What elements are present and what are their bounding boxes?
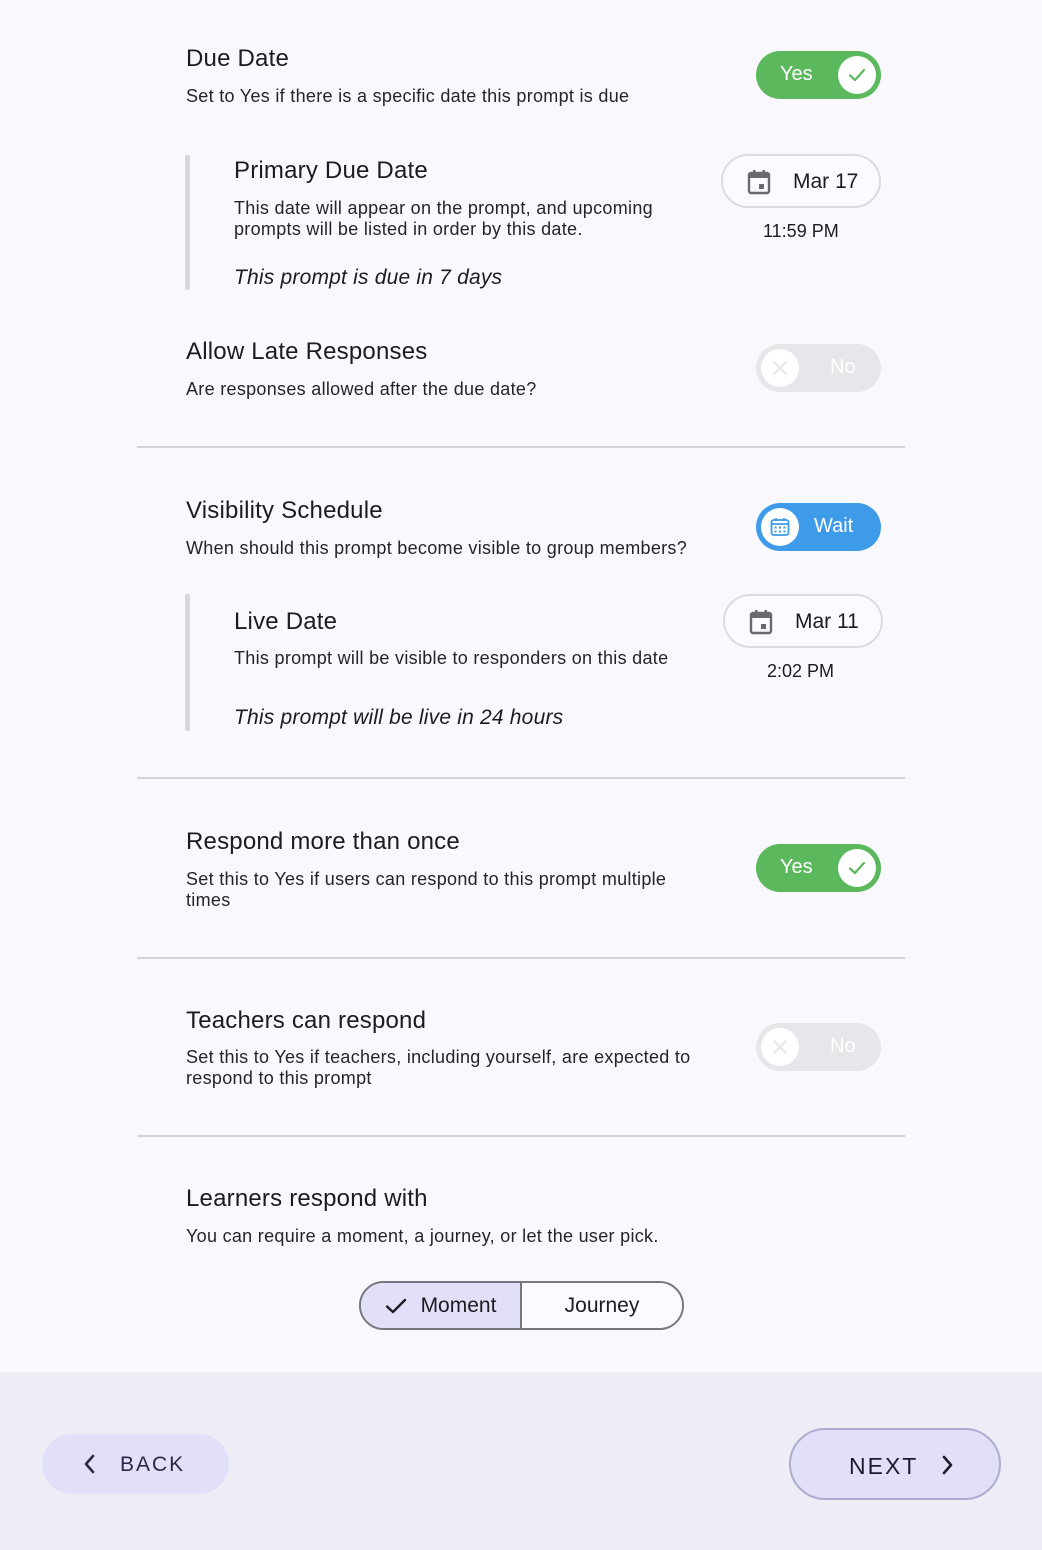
- calendar-icon: [747, 169, 771, 200]
- teachers-title: Teachers can respond: [186, 1007, 427, 1034]
- due-date-title: Due Date: [186, 45, 289, 72]
- teachers-description-line1: Set this to Yes if teachers, including y…: [186, 1047, 691, 1067]
- visibility-toggle[interactable]: Wait: [756, 503, 881, 551]
- indent-bar: [185, 594, 190, 731]
- due-date-value: Mar 17: [793, 170, 859, 193]
- back-button-label: BACK: [120, 1453, 186, 1476]
- respond-more-title: Respond more than once: [186, 828, 460, 855]
- indent-bar: [185, 155, 190, 290]
- toggle-label: No: [830, 1035, 856, 1057]
- due-date-picker[interactable]: Mar 17: [721, 154, 881, 208]
- live-date-title: Live Date: [234, 608, 338, 635]
- close-icon: [761, 349, 799, 387]
- journey-option-label: Journey: [564, 1293, 640, 1317]
- respond-more-description-line2: times: [186, 890, 231, 910]
- response-type-selector: Moment Journey: [359, 1281, 684, 1330]
- toggle-label: No: [830, 356, 856, 378]
- late-responses-description: Are responses allowed after the due date…: [186, 379, 537, 399]
- late-responses-title: Allow Late Responses: [186, 338, 428, 365]
- toggle-label: Wait: [814, 515, 854, 537]
- section-divider: [137, 1135, 905, 1137]
- calendar-icon: [761, 508, 799, 546]
- next-button[interactable]: NEXT: [789, 1428, 1001, 1500]
- toggle-label: Yes: [780, 856, 813, 878]
- live-date-value: Mar 11: [795, 610, 859, 633]
- section-divider: [137, 957, 905, 959]
- due-date-toggle[interactable]: Yes: [756, 51, 881, 99]
- moment-option-label: Moment: [420, 1293, 497, 1317]
- check-icon: [838, 56, 876, 94]
- settings-panel: Due Date Set to Yes if there is a specif…: [0, 0, 1042, 1372]
- due-time-value[interactable]: 11:59 PM: [763, 221, 839, 242]
- calendar-icon: [749, 609, 773, 640]
- live-time-value[interactable]: 2:02 PM: [767, 661, 834, 682]
- section-divider: [137, 777, 905, 779]
- live-in-note: This prompt will be live in 24 hours: [234, 706, 564, 729]
- check-icon: [385, 1297, 407, 1315]
- late-responses-toggle[interactable]: No: [756, 344, 881, 392]
- teachers-description-line2: respond to this prompt: [186, 1068, 372, 1088]
- learners-title: Learners respond with: [186, 1185, 428, 1212]
- primary-due-date-description-line2: prompts will be listed in order by this …: [234, 219, 583, 239]
- back-button[interactable]: BACK: [42, 1434, 229, 1494]
- visibility-title: Visibility Schedule: [186, 497, 383, 524]
- primary-due-date-description-line1: This date will appear on the prompt, and…: [234, 198, 653, 218]
- section-divider: [137, 446, 905, 448]
- learners-description: You can require a moment, a journey, or …: [186, 1226, 659, 1246]
- chevron-left-icon: [82, 1453, 96, 1475]
- toggle-label: Yes: [780, 63, 813, 85]
- due-in-note: This prompt is due in 7 days: [234, 266, 503, 289]
- live-date-description: This prompt will be visible to responder…: [234, 648, 669, 668]
- respond-more-toggle[interactable]: Yes: [756, 844, 881, 892]
- next-button-label: NEXT: [849, 1453, 919, 1479]
- due-date-description: Set to Yes if there is a specific date t…: [186, 86, 630, 106]
- visibility-description: When should this prompt become visible t…: [186, 538, 688, 558]
- moment-option[interactable]: Moment: [361, 1283, 522, 1328]
- close-icon: [761, 1028, 799, 1066]
- respond-more-description-line1: Set this to Yes if users can respond to …: [186, 869, 667, 889]
- live-date-picker[interactable]: Mar 11: [723, 594, 883, 648]
- journey-option[interactable]: Journey: [522, 1283, 682, 1328]
- check-icon: [838, 849, 876, 887]
- chevron-right-icon: [941, 1454, 955, 1476]
- primary-due-date-title: Primary Due Date: [234, 157, 428, 184]
- teachers-toggle[interactable]: No: [756, 1023, 881, 1071]
